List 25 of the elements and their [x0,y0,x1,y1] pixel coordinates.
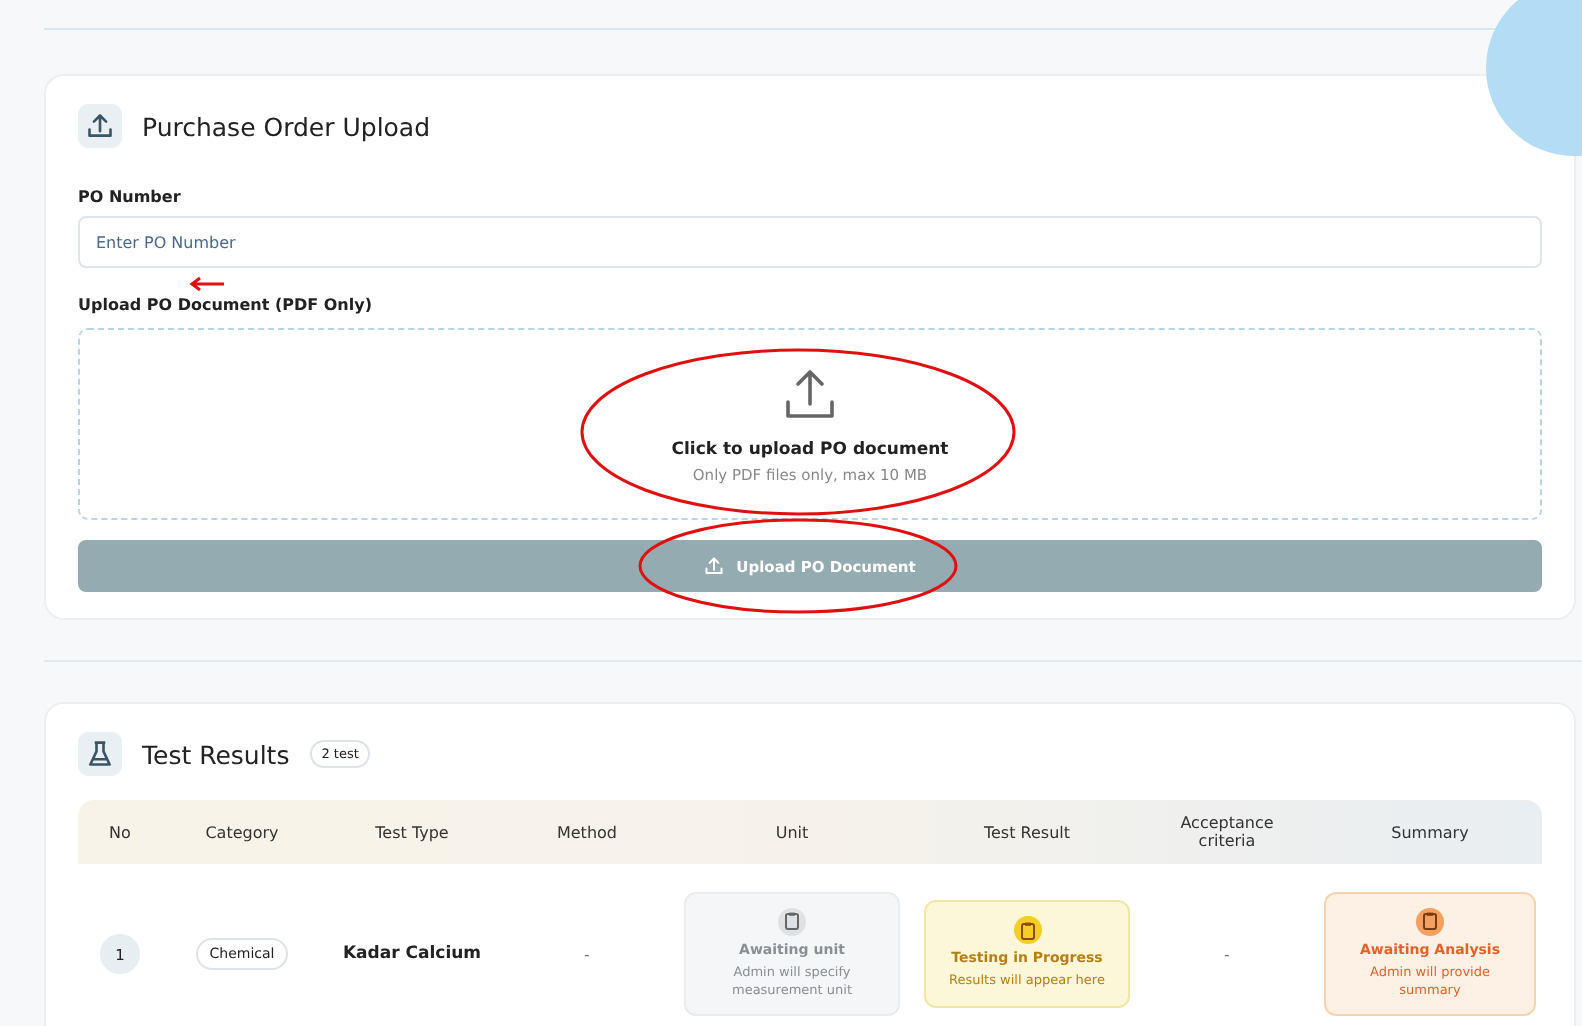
field-label: Upload PO Document (PDF Only) [78,296,374,314]
po-number-field[interactable]: Enter PO Number [78,216,1542,268]
clipboard-icon [778,907,806,936]
column-header: No [107,823,133,841]
column-header: Unit [773,823,811,841]
clipboard-icon [1013,916,1041,945]
dropzone-title: Click to upload PO document [671,439,949,459]
upload-icon [782,365,838,421]
card-title: Test Results [142,739,290,769]
table-cell: - [1224,945,1230,963]
card-title: Purchase Order Upload [142,111,431,141]
upload-icon [704,556,725,576]
column-header: Test Type [373,823,451,841]
annotation-arrow [189,276,226,292]
table-cell: Kadar Calcium [342,944,482,964]
upload-icon [78,104,122,148]
clipboard-icon [1416,907,1444,936]
column-header: Acceptance criteria [1178,814,1276,850]
flask-icon [78,732,122,776]
column-header: Test Result [981,823,1072,841]
column-header: Method [554,823,619,841]
field-label: PO Number [78,188,183,206]
column-header: Summary [1389,823,1471,841]
table-cell: - [584,945,590,963]
column-header: Category [203,823,281,841]
